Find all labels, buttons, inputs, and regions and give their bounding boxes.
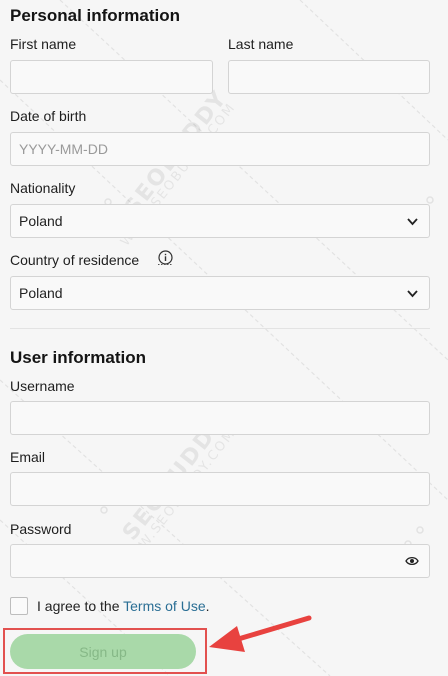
last-name-label: Last name bbox=[228, 36, 294, 52]
highlight-box bbox=[3, 628, 207, 674]
terms-text: I agree to the Terms of Use. bbox=[37, 598, 210, 614]
password-input[interactable] bbox=[10, 544, 430, 578]
nationality-select[interactable]: Poland bbox=[10, 204, 430, 238]
info-icon[interactable] bbox=[158, 250, 173, 265]
residence-label: Country of residence bbox=[10, 252, 140, 268]
terms-of-use-link[interactable]: Terms of Use bbox=[123, 598, 205, 614]
terms-prefix: I agree to the bbox=[37, 598, 124, 614]
dob-placeholder: YYYY-MM-DD bbox=[19, 141, 108, 157]
username-label: Username bbox=[10, 378, 75, 394]
first-name-label: First name bbox=[10, 36, 77, 52]
eye-icon[interactable] bbox=[405, 555, 419, 567]
dob-label: Date of birth bbox=[10, 108, 87, 124]
terms-checkbox[interactable] bbox=[10, 597, 28, 615]
first-name-input[interactable] bbox=[10, 60, 213, 94]
username-input[interactable] bbox=[10, 401, 430, 435]
email-input[interactable] bbox=[10, 472, 430, 506]
dob-input[interactable]: YYYY-MM-DD bbox=[10, 132, 430, 166]
email-label: Email bbox=[10, 449, 46, 465]
nationality-value: Poland bbox=[19, 213, 63, 229]
annotation-arrow-icon bbox=[209, 615, 312, 652]
last-name-input[interactable] bbox=[228, 60, 430, 94]
user-info-heading: User information bbox=[10, 348, 147, 367]
chevron-down-icon bbox=[407, 218, 418, 226]
section-divider bbox=[10, 328, 430, 329]
personal-info-heading: Personal information bbox=[10, 6, 181, 25]
chevron-down-icon bbox=[407, 290, 418, 298]
residence-select[interactable]: Poland bbox=[10, 276, 430, 310]
password-label: Password bbox=[10, 521, 72, 537]
nationality-label: Nationality bbox=[10, 180, 76, 196]
residence-value: Poland bbox=[19, 285, 63, 301]
